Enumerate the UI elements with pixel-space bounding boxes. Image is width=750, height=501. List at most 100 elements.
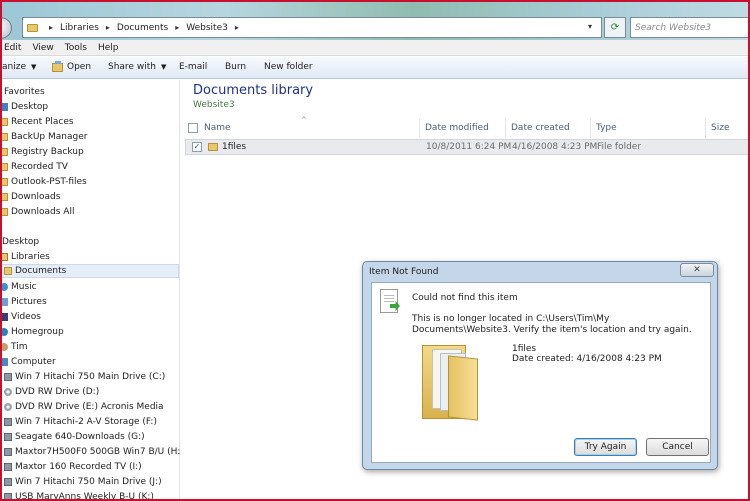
nav-item-drive-c[interactable]: Win 7 Hitachi 750 Main Drive (C:)	[4, 370, 165, 384]
nav-item-downloads-all[interactable]: Downloads All	[0, 205, 74, 219]
address-bar[interactable]: ▸ Libraries ▸ Documents ▸ Website3 ▸	[22, 17, 602, 38]
chevron-right-icon[interactable]: ▸	[106, 23, 110, 32]
hard-drive-icon	[4, 373, 12, 381]
nav-item-recorded-tv[interactable]: Recorded TV	[0, 160, 68, 174]
cancel-button[interactable]: Cancel	[646, 438, 709, 456]
user-icon	[0, 343, 8, 351]
item-not-found-dialog: Item Not Found ✕ Could not find this ite…	[362, 261, 718, 470]
search-input[interactable]: Search Website3	[630, 17, 750, 38]
nav-item-music[interactable]: Music	[0, 280, 37, 294]
nav-label: Libraries	[11, 252, 50, 262]
share-with-label: Share with	[108, 62, 156, 72]
column-divider[interactable]	[419, 118, 420, 138]
row-checkbox[interactable]: ✓	[192, 142, 202, 152]
close-icon: ✕	[693, 265, 701, 275]
try-again-button[interactable]: Try Again	[574, 438, 637, 456]
nav-item-drive-j[interactable]: Win 7 Hitachi 750 Main Drive (J:)	[4, 475, 162, 489]
navigation-pane: Favorites Desktop Recent Places BackUp M…	[0, 80, 184, 501]
column-header-date-modified[interactable]: Date modified	[425, 120, 489, 136]
address-strip: ▸ Libraries ▸ Documents ▸ Website3 ▸ ▾ ⟳…	[0, 0, 750, 40]
nav-item-recent-places[interactable]: Recent Places	[0, 115, 74, 129]
nav-item-registry-backup[interactable]: Registry Backup	[0, 145, 84, 159]
email-button[interactable]: E-mail	[179, 62, 207, 72]
nav-item-drive-i[interactable]: Maxtor 160 Recorded TV (I:)	[4, 460, 142, 474]
nav-item-drive-k[interactable]: USB MaryAnns Weekly B-U (K:)	[4, 490, 154, 501]
table-row[interactable]: ✓ 1files 10/8/2011 6:24 PM 4/16/2008 4:2…	[185, 139, 750, 155]
pictures-icon	[0, 298, 8, 306]
dialog-body: Could not find this item This is no long…	[371, 282, 711, 463]
column-header-date-created[interactable]: Date created	[511, 120, 570, 136]
open-button[interactable]: Open	[52, 60, 91, 72]
hard-drive-icon	[4, 433, 12, 441]
row-name: 1files	[222, 142, 247, 152]
column-header-type[interactable]: Type	[596, 120, 617, 136]
back-button[interactable]	[0, 17, 12, 39]
chevron-right-icon[interactable]: ▸	[49, 23, 53, 32]
nav-label: Computer	[11, 357, 56, 367]
nav-item-drive-d[interactable]: DVD RW Drive (D:)	[4, 385, 99, 399]
organize-label: anize	[2, 62, 26, 72]
dialog-heading: Could not find this item	[412, 293, 518, 303]
nav-label: Music	[11, 282, 37, 292]
homegroup-icon	[0, 328, 8, 336]
nav-item-outlook-pst[interactable]: Outlook-PST-files	[0, 175, 87, 189]
share-with-button[interactable]: Share with ▼	[108, 62, 166, 72]
nav-item-downloads[interactable]: Downloads	[0, 190, 60, 204]
refresh-button[interactable]: ⟳	[604, 17, 626, 38]
column-divider[interactable]	[505, 118, 506, 138]
column-header-size[interactable]: Size	[711, 120, 729, 136]
new-folder-button[interactable]: New folder	[264, 62, 313, 72]
dvd-drive-icon	[4, 388, 12, 396]
nav-item-homegroup[interactable]: Homegroup	[0, 325, 64, 339]
nav-item-libraries[interactable]: Libraries	[0, 250, 50, 264]
chevron-right-icon[interactable]: ▸	[175, 23, 179, 32]
nav-label: Pictures	[11, 297, 47, 307]
menu-help[interactable]: Help	[98, 43, 119, 53]
nav-item-drive-h[interactable]: Maxtor7H500F0 500GB Win7 B/U (H:)	[4, 445, 184, 459]
organize-button[interactable]: anize ▼	[2, 62, 36, 72]
usb-drive-icon	[4, 493, 12, 501]
file-name: 1files	[512, 344, 537, 354]
nav-item-drive-e[interactable]: DVD RW Drive (E:) Acronis Media	[4, 400, 164, 414]
column-divider[interactable]	[705, 118, 706, 138]
open-folder-icon	[52, 60, 63, 72]
nav-item-computer[interactable]: Computer	[0, 355, 56, 369]
nav-item-drive-f[interactable]: Win 7 Hitachi-2 A-V Storage (F:)	[4, 415, 157, 429]
folder-icon	[0, 163, 8, 171]
hard-drive-icon	[4, 478, 12, 486]
music-icon	[0, 283, 8, 291]
breadcrumb-libraries[interactable]: Libraries	[60, 23, 99, 33]
chevron-right-icon[interactable]: ▸	[235, 23, 239, 32]
refresh-icon: ⟳	[610, 22, 620, 33]
nav-desktop[interactable]: Desktop	[2, 235, 39, 249]
nav-item-documents[interactable]: Documents	[1, 264, 179, 278]
dialog-title: Item Not Found	[369, 267, 439, 277]
nav-item-pictures[interactable]: Pictures	[0, 295, 47, 309]
nav-label: Documents	[15, 266, 67, 276]
desktop-icon	[0, 103, 8, 111]
nav-item-backup-manager[interactable]: BackUp Manager	[0, 130, 87, 144]
nav-favorites-label: Favorites	[4, 87, 45, 97]
folder-icon	[208, 143, 218, 151]
nav-item-videos[interactable]: Videos	[0, 310, 41, 324]
menu-edit[interactable]: Edit	[4, 43, 21, 53]
menu-view[interactable]: View	[32, 43, 53, 53]
column-header-name[interactable]: Name	[204, 120, 231, 136]
close-button[interactable]: ✕	[680, 263, 714, 277]
burn-button[interactable]: Burn	[225, 62, 246, 72]
nav-item-drive-g[interactable]: Seagate 640-Downloads (G:)	[4, 430, 145, 444]
nav-favorites[interactable]: Favorites	[4, 85, 45, 99]
breadcrumb-documents[interactable]: Documents	[117, 23, 168, 33]
column-divider[interactable]	[590, 118, 591, 138]
nav-item-user[interactable]: Tim	[0, 340, 28, 354]
folder-icon	[0, 178, 8, 186]
chevron-down-icon[interactable]: ▾	[588, 22, 592, 31]
nav-label: Win 7 Hitachi 750 Main Drive (J:)	[15, 477, 162, 487]
menu-tools[interactable]: Tools	[65, 43, 87, 53]
select-all-checkbox[interactable]	[188, 123, 198, 133]
breadcrumb-website3[interactable]: Website3	[186, 23, 228, 33]
folder-front	[448, 355, 478, 421]
nav-label: Recorded TV	[11, 162, 68, 172]
library-subtitle[interactable]: Website3	[193, 100, 235, 110]
nav-item-desktop[interactable]: Desktop	[0, 100, 48, 114]
